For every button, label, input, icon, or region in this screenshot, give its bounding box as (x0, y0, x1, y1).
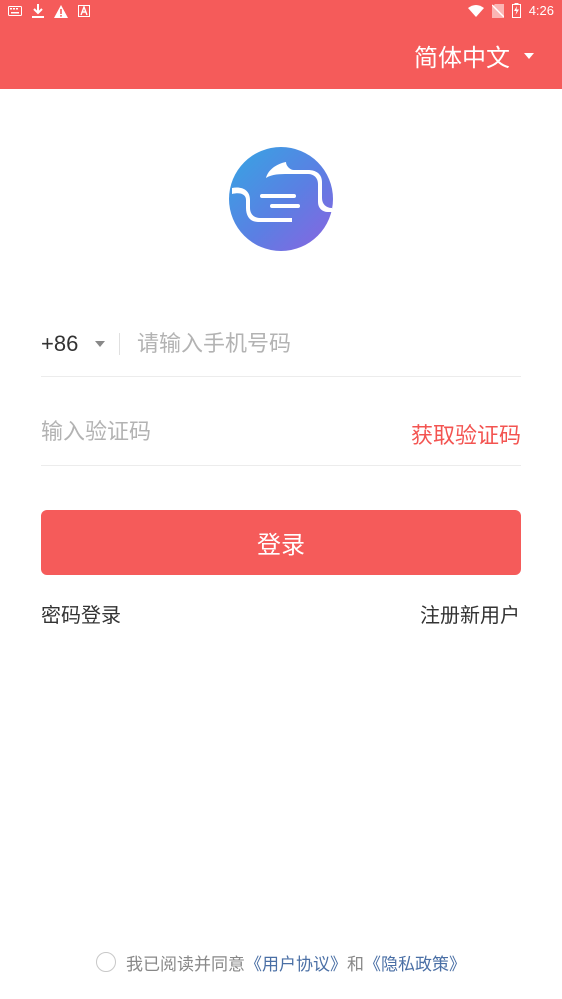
phone-input[interactable] (137, 326, 517, 362)
keyboard-icon (8, 6, 22, 16)
register-link[interactable]: 注册新用户 (420, 599, 520, 628)
country-code-caret-icon[interactable] (95, 341, 105, 347)
password-login-link[interactable]: 密码登录 (41, 599, 121, 628)
login-button[interactable]: 登录 (41, 510, 521, 575)
app-header: 4:26 简体中文 (0, 0, 562, 89)
language-selector[interactable]: 简体中文 (414, 38, 534, 73)
no-sim-icon (491, 3, 504, 18)
get-code-button[interactable]: 获取验证码 (411, 418, 521, 450)
warning-icon (54, 4, 68, 18)
country-code[interactable]: +86 (41, 331, 78, 357)
user-agreement-link[interactable]: 《用户协议》 (245, 950, 347, 975)
agreement-prefix: 我已阅读并同意 (126, 954, 245, 975)
language-label: 简体中文 (414, 44, 510, 72)
status-bar: 4:26 (0, 0, 562, 24)
a-badge-icon (78, 5, 90, 17)
divider (119, 333, 120, 355)
app-logo (228, 146, 334, 252)
privacy-policy-link[interactable]: 《隐私政策》 (364, 950, 466, 975)
phone-row: +86 (41, 320, 521, 377)
caret-down-icon (524, 52, 534, 59)
status-time: 4:26 (528, 3, 554, 18)
agreement-row: 我已阅读并同意 《用户协议》 和 《隐私政策》 (0, 948, 562, 976)
code-row: 获取验证码 (41, 408, 521, 466)
agreement-and: 和 (347, 954, 364, 975)
battery-charging-icon (511, 3, 521, 18)
download-icon (32, 4, 44, 18)
wifi-icon (467, 4, 484, 17)
agree-radio[interactable] (96, 952, 116, 972)
verification-code-input[interactable] (41, 414, 341, 450)
